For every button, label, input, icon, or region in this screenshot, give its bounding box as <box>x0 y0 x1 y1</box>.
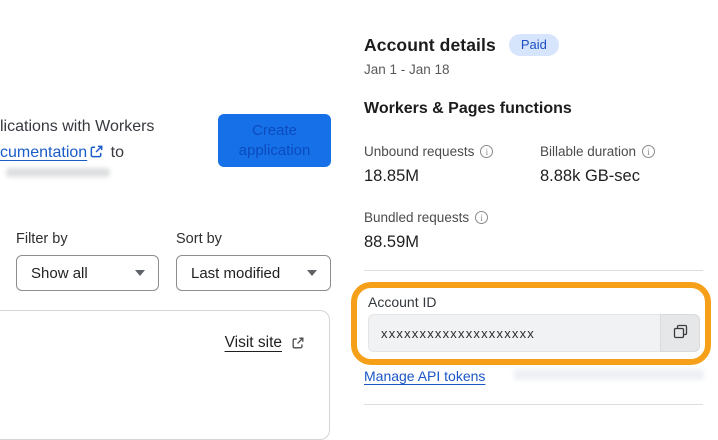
visit-site-link[interactable]: Visit site <box>225 334 307 352</box>
bundled-requests-value: 88.59M <box>364 233 420 251</box>
visit-site-label: Visit site <box>224 334 282 351</box>
account-details-title: Account details <box>364 34 496 55</box>
documentation-link[interactable]: cumentation <box>0 144 87 161</box>
project-card: Visit site <box>0 310 330 440</box>
account-details-panel: Account details Paid Jan 1 - Jan 18 Work… <box>351 0 711 419</box>
workers-pages-functions-title: Workers & Pages functions <box>364 100 572 117</box>
unbound-requests-label: Unbound requests i <box>364 144 494 159</box>
unbound-requests-value: 18.85M <box>364 167 420 185</box>
external-link-icon <box>291 336 305 350</box>
external-link-icon <box>89 142 104 158</box>
account-id-label: Account ID <box>368 294 437 310</box>
date-range: Jan 1 - Jan 18 <box>364 62 450 77</box>
copy-account-id-button[interactable] <box>660 314 700 352</box>
chevron-down-icon <box>307 270 317 276</box>
create-application-button[interactable]: Create application <box>218 114 331 167</box>
info-icon[interactable]: i <box>475 211 489 224</box>
billable-duration-label: Billable duration i <box>540 144 656 159</box>
blurred-text-artifact <box>6 168 110 177</box>
paid-badge: Paid <box>508 34 559 56</box>
divider <box>364 404 703 405</box>
manage-api-tokens-link[interactable]: Manage API tokens <box>364 368 485 384</box>
billable-duration-value: 8.88k GB-sec <box>540 167 640 185</box>
bundled-requests-label: Bundled requests i <box>364 210 489 225</box>
sort-by-label: Sort by <box>176 231 222 247</box>
intro-suffix: to <box>110 144 124 161</box>
info-icon[interactable]: i <box>480 145 494 158</box>
sort-dropdown[interactable]: Last modified <box>176 255 331 291</box>
filter-by-label: Filter by <box>16 231 68 247</box>
filter-dropdown[interactable]: Show all <box>16 255 159 291</box>
info-icon[interactable]: i <box>642 145 656 158</box>
filter-dropdown-value: Show all <box>31 264 88 282</box>
chevron-down-icon <box>135 270 145 276</box>
sort-dropdown-value: Last modified <box>191 264 281 282</box>
copy-icon <box>672 323 689 343</box>
blurred-text-artifact <box>514 369 704 380</box>
account-id-input[interactable] <box>368 314 660 352</box>
intro-line1: lications with Workers <box>0 118 155 135</box>
divider <box>364 270 703 271</box>
intro-text: lications with Workers cumentation to <box>0 114 200 166</box>
